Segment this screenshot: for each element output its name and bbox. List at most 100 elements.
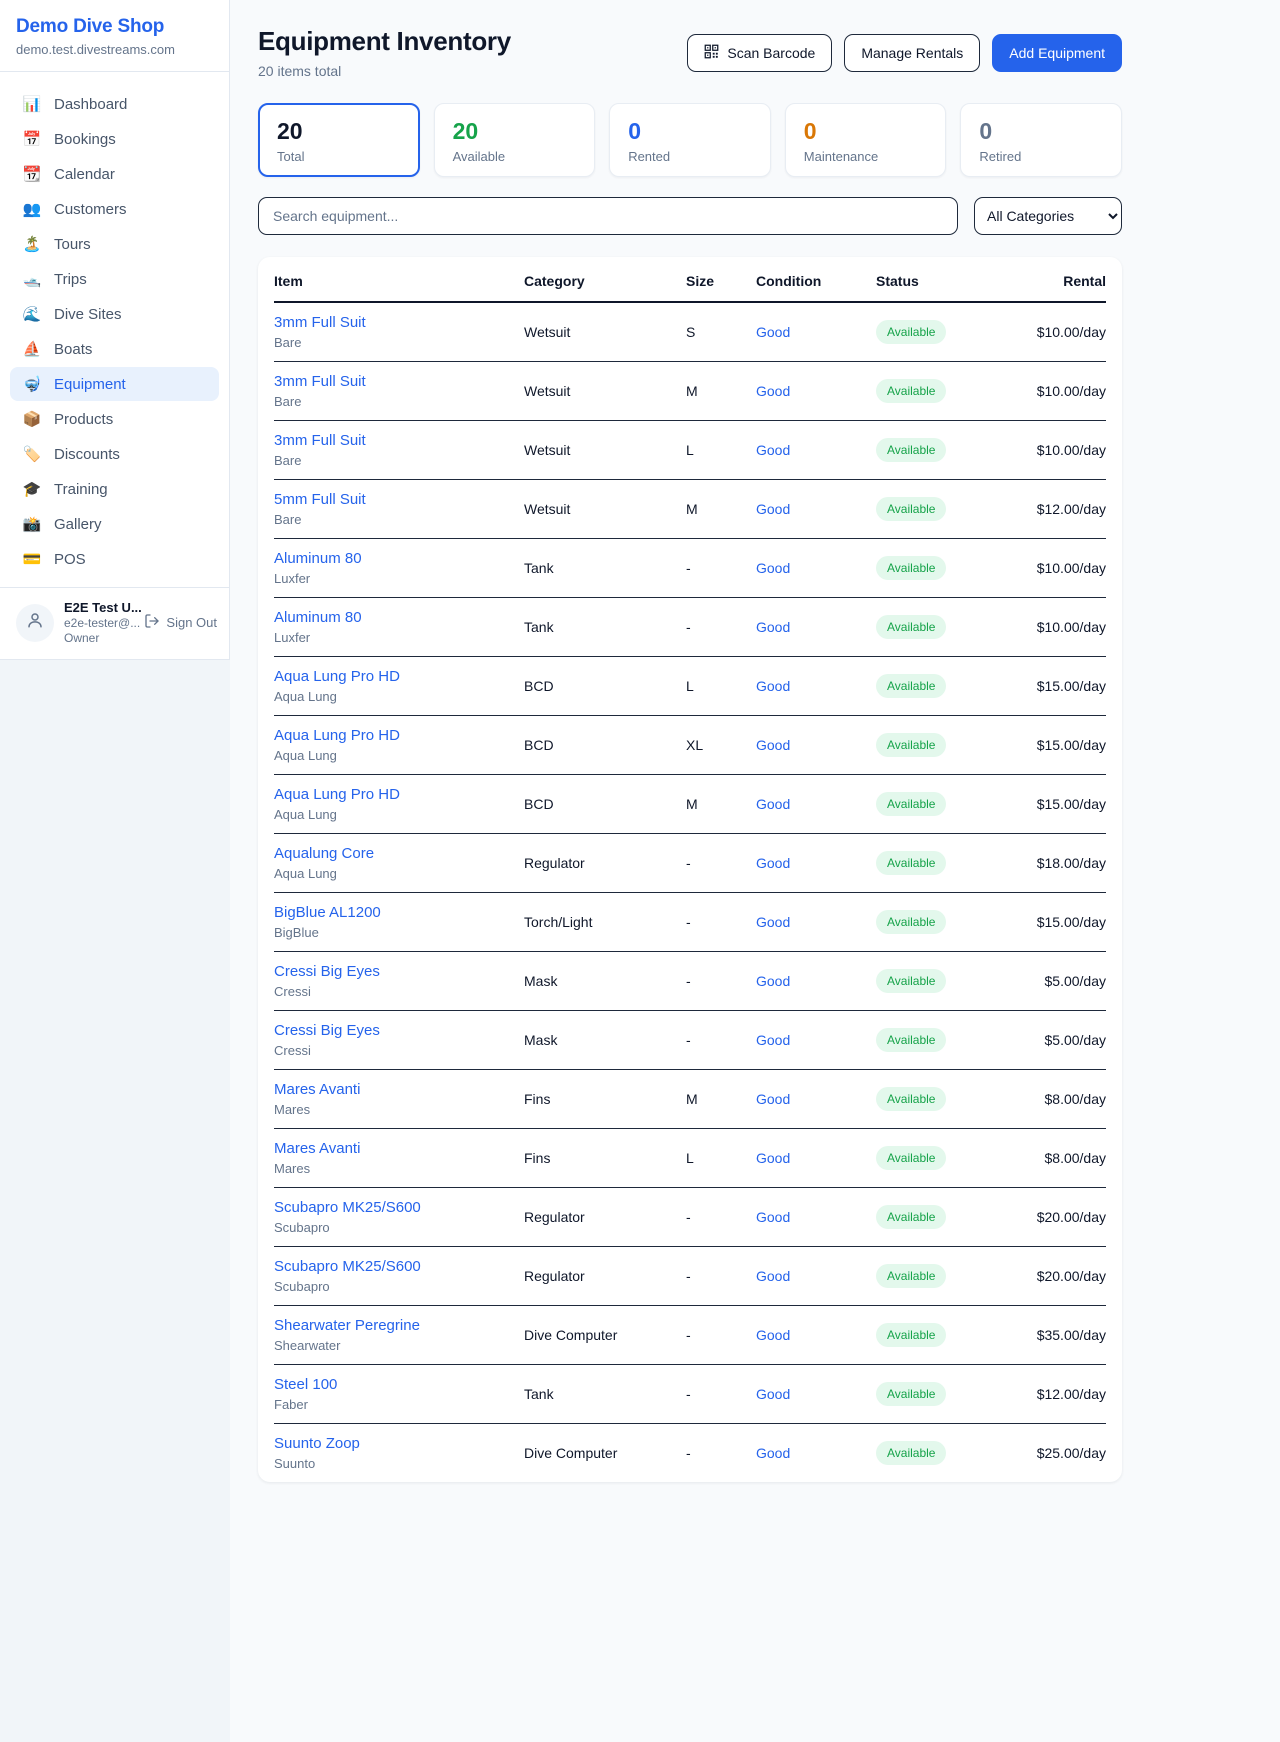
condition-link[interactable]: Good — [756, 973, 790, 989]
item-name-link[interactable]: Aluminum 80 — [274, 609, 524, 626]
condition-link[interactable]: Good — [756, 737, 790, 753]
item-size: - — [686, 1445, 756, 1461]
item-name-link[interactable]: 3mm Full Suit — [274, 373, 524, 390]
category-select[interactable]: All Categories — [974, 197, 1122, 235]
sidebar-item-products[interactable]: 📦 Products — [10, 402, 219, 436]
item-name-link[interactable]: Scubapro MK25/S600 — [274, 1258, 524, 1275]
rental-rate: $12.00/day — [1026, 501, 1106, 517]
table-row: 3mm Full Suit Bare Wetsuit M Good Availa… — [274, 362, 1106, 421]
rental-rate: $10.00/day — [1026, 442, 1106, 458]
stat-card-rented[interactable]: 0 Rented — [609, 103, 771, 177]
condition-link[interactable]: Good — [756, 560, 790, 576]
scan-barcode-button[interactable]: Scan Barcode — [687, 34, 832, 72]
item-name-link[interactable]: Suunto Zoop — [274, 1435, 524, 1452]
condition-link[interactable]: Good — [756, 1445, 790, 1461]
item-category: Mask — [524, 973, 686, 989]
condition-link[interactable]: Good — [756, 1032, 790, 1048]
condition-link[interactable]: Good — [756, 1268, 790, 1284]
add-equipment-button[interactable]: Add Equipment — [992, 34, 1122, 72]
avatar — [16, 604, 54, 642]
condition-link[interactable]: Good — [756, 324, 790, 340]
item-name-link[interactable]: Mares Avanti — [274, 1081, 524, 1098]
rental-rate: $15.00/day — [1026, 737, 1106, 753]
stat-value: 0 — [804, 118, 928, 145]
sidebar-item-boats[interactable]: ⛵ Boats — [10, 332, 219, 366]
user-role: Owner — [64, 631, 134, 645]
sidebar-item-tours[interactable]: 🏝️ Tours — [10, 227, 219, 261]
status-badge: Available — [876, 556, 946, 580]
item-name-link[interactable]: Aqua Lung Pro HD — [274, 668, 524, 685]
shop-name: Demo Dive Shop — [16, 16, 213, 38]
item-size: - — [686, 973, 756, 989]
sidebar-item-bookings[interactable]: 📅 Bookings — [10, 122, 219, 156]
sidebar-item-trips[interactable]: 🛥️ Trips — [10, 262, 219, 296]
condition-link[interactable]: Good — [756, 383, 790, 399]
condition-link[interactable]: Good — [756, 914, 790, 930]
condition-link[interactable]: Good — [756, 796, 790, 812]
sidebar-item-dive-sites[interactable]: 🌊 Dive Sites — [10, 297, 219, 331]
item-name-link[interactable]: BigBlue AL1200 — [274, 904, 524, 921]
item-name-link[interactable]: Scubapro MK25/S600 — [274, 1199, 524, 1216]
condition-link[interactable]: Good — [756, 1209, 790, 1225]
status-badge: Available — [876, 792, 946, 816]
stat-card-available[interactable]: 20 Available — [434, 103, 596, 177]
status-badge: Available — [876, 1146, 946, 1170]
manage-rentals-button[interactable]: Manage Rentals — [844, 34, 980, 72]
item-name-link[interactable]: Aqua Lung Pro HD — [274, 727, 524, 744]
condition-link[interactable]: Good — [756, 678, 790, 694]
sidebar-item-dashboard[interactable]: 📊 Dashboard — [10, 87, 219, 121]
condition-link[interactable]: Good — [756, 1327, 790, 1343]
item-name-link[interactable]: Aluminum 80 — [274, 550, 524, 567]
item-name-link[interactable]: 5mm Full Suit — [274, 491, 524, 508]
sign-out-button[interactable]: Sign Out — [144, 613, 217, 632]
equipment-icon: 🤿 — [22, 375, 42, 393]
table-row: Cressi Big Eyes Cressi Mask - Good Avail… — [274, 952, 1106, 1011]
status-badge: Available — [876, 1205, 946, 1229]
item-name-link[interactable]: Aqua Lung Pro HD — [274, 786, 524, 803]
trips-icon: 🛥️ — [22, 270, 42, 288]
condition-link[interactable]: Good — [756, 501, 790, 517]
column-header-condition: Condition — [756, 257, 876, 301]
item-size: M — [686, 383, 756, 399]
item-name-link[interactable]: Shearwater Peregrine — [274, 1317, 524, 1334]
condition-link[interactable]: Good — [756, 619, 790, 635]
item-category: Fins — [524, 1091, 686, 1107]
item-name-link[interactable]: 3mm Full Suit — [274, 432, 524, 449]
sidebar-item-calendar[interactable]: 📆 Calendar — [10, 157, 219, 191]
item-category: Torch/Light — [524, 914, 686, 930]
sidebar-item-training[interactable]: 🎓 Training — [10, 472, 219, 506]
rental-rate: $8.00/day — [1026, 1091, 1106, 1107]
shop-header: Demo Dive Shop demo.test.divestreams.com — [0, 0, 229, 72]
condition-link[interactable]: Good — [756, 1150, 790, 1166]
status-badge: Available — [876, 379, 946, 403]
sidebar-item-customers[interactable]: 👥 Customers — [10, 192, 219, 226]
item-size: S — [686, 324, 756, 340]
condition-link[interactable]: Good — [756, 855, 790, 871]
item-name-link[interactable]: Cressi Big Eyes — [274, 1022, 524, 1039]
sidebar-item-gallery[interactable]: 📸 Gallery — [10, 507, 219, 541]
status-badge: Available — [876, 497, 946, 521]
item-name-link[interactable]: 3mm Full Suit — [274, 314, 524, 331]
stat-card-maintenance[interactable]: 0 Maintenance — [785, 103, 947, 177]
rental-rate: $35.00/day — [1026, 1327, 1106, 1343]
stat-card-total[interactable]: 20 Total — [258, 103, 420, 177]
sidebar-item-discounts[interactable]: 🏷️ Discounts — [10, 437, 219, 471]
condition-link[interactable]: Good — [756, 1091, 790, 1107]
item-name-link[interactable]: Aqualung Core — [274, 845, 524, 862]
stat-card-retired[interactable]: 0 Retired — [960, 103, 1122, 177]
sidebar-item-pos[interactable]: 💳 POS — [10, 542, 219, 576]
table-row: Mares Avanti Mares Fins L Good Available… — [274, 1129, 1106, 1188]
rental-rate: $5.00/day — [1026, 1032, 1106, 1048]
dive-sites-icon: 🌊 — [22, 305, 42, 323]
item-name-link[interactable]: Steel 100 — [274, 1376, 524, 1393]
page-title: Equipment Inventory — [258, 26, 511, 57]
condition-link[interactable]: Good — [756, 442, 790, 458]
item-name-link[interactable]: Mares Avanti — [274, 1140, 524, 1157]
stat-value: 0 — [979, 118, 1103, 145]
condition-link[interactable]: Good — [756, 1386, 790, 1402]
stat-value: 20 — [453, 118, 577, 145]
search-input[interactable] — [258, 197, 958, 235]
item-category: Regulator — [524, 1209, 686, 1225]
item-name-link[interactable]: Cressi Big Eyes — [274, 963, 524, 980]
sidebar-item-equipment[interactable]: 🤿 Equipment — [10, 367, 219, 401]
